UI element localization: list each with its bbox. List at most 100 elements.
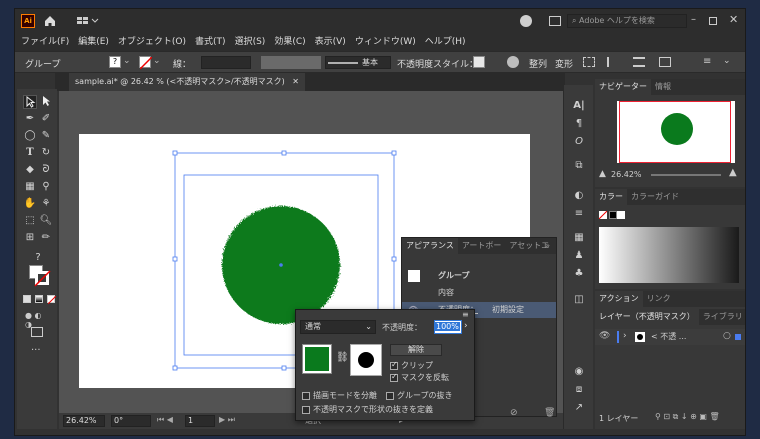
tab-info[interactable]: 情報 — [651, 79, 675, 95]
graphic-style-swatch[interactable] — [473, 56, 485, 68]
appearance-panel-icon[interactable]: ◐ — [572, 189, 586, 203]
mask-link-icon[interactable]: ⛓︎ — [336, 352, 349, 363]
clip-checkbox[interactable] — [390, 360, 398, 370]
pencil-tool-icon[interactable]: ✏ — [39, 231, 53, 245]
artboard-tool-icon[interactable]: ⬚ — [23, 214, 37, 228]
tab-color-guide[interactable]: カラーガイド — [627, 189, 683, 205]
pathfinder-panel-icon[interactable]: ⧉ — [572, 159, 586, 173]
home-icon[interactable] — [43, 14, 57, 28]
share-icon[interactable] — [520, 15, 532, 27]
swatches-panel-icon[interactable]: ▦ — [572, 231, 586, 245]
zoom-tool-icon[interactable]: 🔍︎ — [39, 214, 53, 228]
appearance-group-row[interactable]: グループ — [402, 268, 556, 284]
layer-selected-indicator[interactable] — [735, 334, 741, 340]
gradient-tool-icon[interactable]: ▦ — [23, 180, 37, 194]
fill-dropdown-chevron-icon[interactable]: ⌄ — [123, 56, 131, 66]
visibility-eye-icon[interactable]: 👁︎ — [599, 331, 610, 341]
export-dock-icon[interactable]: ↗ — [572, 401, 586, 415]
navigator-zoom-out-icon[interactable]: ▲ — [599, 169, 606, 179]
pen-tool-icon[interactable]: ✒ — [23, 112, 37, 126]
knockout-group-checkbox[interactable] — [386, 391, 394, 400]
document-tab[interactable]: sample.ai* @ 26.42 % (<不透明マスク>/不透明マスク) ✕ — [69, 73, 305, 91]
popup-opacity-arrow-icon[interactable]: › — [464, 321, 468, 331]
opacity-label[interactable]: 不透明度 — [397, 57, 433, 70]
help-search-input[interactable]: ⌕ Adobe ヘルプを検索 — [567, 14, 687, 28]
grid-arrange-icon[interactable] — [659, 57, 671, 67]
delete-item-icon[interactable]: 🗑︎ — [544, 408, 555, 418]
align-button[interactable]: 整列 — [529, 57, 547, 70]
selection-tool-icon[interactable] — [23, 95, 37, 109]
stroke-swatch[interactable] — [139, 56, 153, 70]
workspace-switcher-icon[interactable] — [77, 16, 101, 26]
transform-button[interactable]: 変形 — [555, 57, 573, 70]
fill-swatch[interactable]: ? — [109, 56, 121, 68]
brush-style-dropdown[interactable]: 基本 — [325, 56, 391, 69]
type-tool-icon[interactable]: T — [23, 146, 37, 160]
popup-menu-icon[interactable]: ≡ — [462, 310, 469, 319]
rotation-field[interactable]: 0° — [111, 415, 151, 427]
paintbrush-tool-icon[interactable]: ✎ — [39, 129, 53, 143]
none-mode-icon[interactable] — [47, 295, 56, 304]
define-knockout-checkbox[interactable] — [302, 405, 310, 414]
define-knockout-checkbox-row[interactable]: 不透明マスクで形状の抜きを定義 — [302, 404, 433, 415]
arrange-documents-icon[interactable] — [549, 16, 561, 26]
opentype-panel-icon[interactable]: O — [572, 135, 586, 149]
tab-libraries[interactable]: ライブラリ — [699, 309, 745, 325]
character-panel-icon[interactable]: A| — [572, 99, 586, 113]
screen-mode-icon[interactable] — [31, 327, 43, 337]
minimize-button[interactable]: – — [691, 14, 703, 28]
tab-layers[interactable]: レイヤー（不透明マスク） — [595, 309, 699, 325]
draw-mode-icon[interactable]: ● ◐ ◑ — [25, 311, 49, 329]
tab-navigator[interactable]: ナビゲーター — [595, 79, 651, 95]
menu-select[interactable]: 選択(S) — [235, 33, 266, 51]
navigator-zoom-value[interactable]: 26.42% — [611, 170, 642, 179]
artboards-dock-icon[interactable]: ⧈ — [572, 383, 586, 397]
stroke-weight-field[interactable] — [201, 56, 251, 69]
menu-file[interactable]: ファイル(F) — [21, 33, 69, 51]
isolate-blending-checkbox[interactable] — [302, 391, 310, 400]
tab-color[interactable]: カラー — [595, 189, 627, 205]
fill-stroke-swatch[interactable] — [29, 265, 51, 287]
lasso-tool-icon[interactable]: ᘐ — [39, 163, 53, 177]
color-mode-icon[interactable] — [23, 295, 31, 303]
artboard-number-field[interactable]: 1 — [185, 415, 215, 427]
menu-edit[interactable]: 編集(E) — [78, 33, 109, 51]
invert-mask-checkbox[interactable] — [390, 372, 398, 382]
curvature-tool-icon[interactable]: ✐ — [39, 112, 53, 126]
invert-checkbox-row[interactable]: マスクを反転 — [390, 372, 449, 383]
color-white-swatch[interactable] — [617, 211, 625, 219]
symbol-sprayer-tool-icon[interactable]: ⊞ — [23, 231, 37, 245]
layer-expand-icon[interactable]: › — [623, 331, 627, 341]
stroke-panel-icon[interactable]: ≡ — [572, 207, 586, 221]
tab-links[interactable]: リンク — [643, 291, 675, 307]
panel-menu-icon[interactable]: ≡ — [703, 56, 711, 67]
artboard-nav-arrows-icon[interactable]: ⏮ ◀ — [157, 415, 173, 425]
paragraph-panel-icon[interactable]: ¶ — [572, 117, 586, 131]
tab-actions[interactable]: アクション — [595, 291, 643, 307]
navigator-zoom-slider[interactable] — [651, 174, 721, 176]
blend-mode-dropdown[interactable]: 通常 ⌄ — [300, 320, 376, 334]
brushes-panel-icon[interactable]: ♟ — [572, 249, 586, 263]
menu-window[interactable]: ウィンドウ(W) — [355, 33, 416, 51]
panel-close-icon[interactable]: » — [541, 238, 554, 254]
object-thumbnail[interactable] — [302, 344, 332, 374]
help-question-icon[interactable]: ? — [31, 251, 45, 265]
layer-name[interactable]: < 不透 ... — [651, 331, 686, 342]
layers-dock-icon[interactable]: ◉ — [572, 365, 586, 379]
tab-artboards[interactable]: アートボー — [458, 238, 506, 254]
release-mask-button[interactable]: 解除 — [390, 344, 442, 356]
tab-appearance[interactable]: アピアランス — [402, 238, 458, 254]
eraser-tool-icon[interactable]: ◆ — [23, 163, 37, 177]
zoom-level-field[interactable]: 26.42% — [63, 415, 105, 427]
layers-footer-icons[interactable]: ⚲ ⊡ ⧉ ↓ ⊕ ▣ 🗑︎ — [655, 412, 720, 422]
menu-type[interactable]: 書式(T) — [195, 33, 226, 51]
knockout-checkbox-row[interactable]: グループの抜き — [386, 390, 453, 401]
layer-target-icon[interactable]: ○ — [723, 331, 731, 341]
stroke-dropdown-chevron-icon[interactable]: ⌄ — [153, 56, 161, 66]
gradient-mode-icon[interactable] — [35, 295, 43, 303]
mask-thumbnail[interactable] — [350, 344, 382, 376]
symbols-panel-icon[interactable]: ♣ — [572, 267, 586, 281]
menu-help[interactable]: ヘルプ(H) — [425, 33, 466, 51]
close-button[interactable]: ✕ — [729, 13, 741, 27]
appearance-contents-row[interactable]: 内容 — [402, 285, 556, 301]
